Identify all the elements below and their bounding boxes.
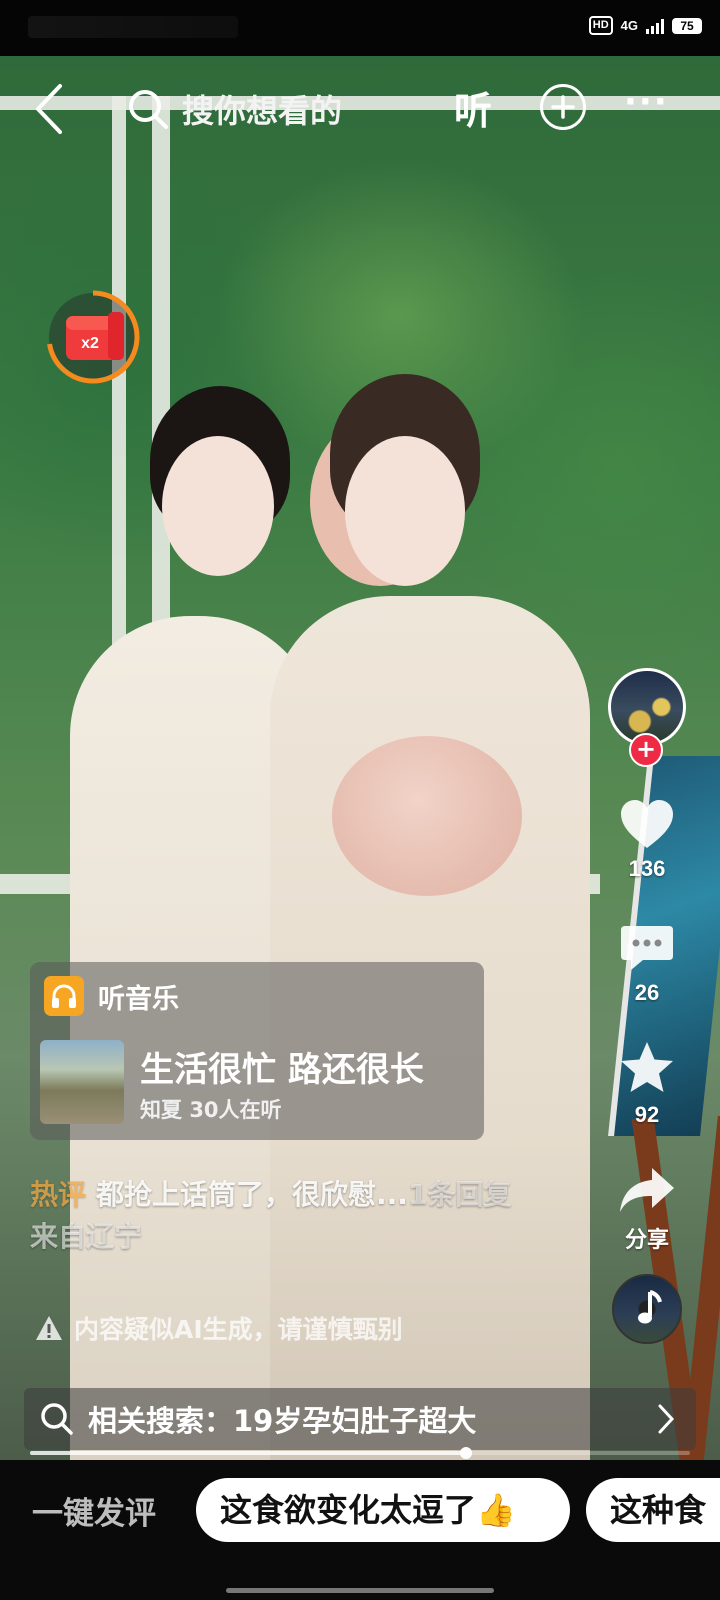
red-packet-widget[interactable]: x2 bbox=[44, 288, 142, 386]
song-subtitle: 知夏 30人在听 bbox=[140, 1094, 282, 1124]
favorite-count: 92 bbox=[634, 1102, 660, 1127]
back-button[interactable] bbox=[30, 82, 70, 136]
music-note-icon bbox=[638, 1290, 662, 1324]
video-screen: HD 4G 75 搜你想看的 听 ··· x2 + 136 26 92 分享 听… bbox=[0, 0, 720, 1600]
hot-tag: 热评 bbox=[30, 1178, 87, 1211]
video-progress-bar[interactable] bbox=[30, 1447, 690, 1459]
network-type: 4G bbox=[620, 18, 638, 33]
like-action[interactable]: 136 bbox=[600, 798, 694, 882]
create-button[interactable] bbox=[540, 84, 586, 130]
woman-right-face bbox=[345, 436, 465, 586]
star-icon bbox=[621, 1042, 673, 1092]
signal-icon bbox=[646, 18, 664, 34]
music-label-row: 听音乐 bbox=[44, 976, 179, 1016]
share-arrow-icon bbox=[620, 1168, 674, 1212]
quick-comment-chip[interactable]: 这种食 bbox=[586, 1478, 720, 1542]
video-background[interactable] bbox=[0, 56, 720, 1486]
plus-icon bbox=[551, 95, 575, 119]
chevron-right-icon bbox=[658, 1404, 675, 1434]
status-icons: HD 4G 75 bbox=[588, 16, 702, 35]
listen-button[interactable]: 听 bbox=[454, 80, 492, 135]
song-title: 生活很忙 路还很长 bbox=[140, 1050, 424, 1090]
music-label: 听音乐 bbox=[98, 983, 179, 1015]
heart-icon bbox=[621, 800, 673, 848]
quick-comment-label[interactable]: 一键发评 bbox=[32, 1488, 156, 1533]
hd-badge: HD bbox=[588, 16, 613, 35]
quick-comment-chip[interactable]: 这食欲变化太逗了👍 bbox=[196, 1478, 570, 1542]
comment-icon bbox=[621, 926, 673, 970]
more-dots-icon: ··· bbox=[624, 82, 669, 122]
reply-count: 1条回复 bbox=[407, 1178, 512, 1211]
related-search-text: 相关搜索：19岁孕妇肚子超大 bbox=[88, 1404, 477, 1438]
hot-comment[interactable]: 热评 都抢上话筒了，很欣慰...1条回复 来自辽宁 bbox=[30, 1174, 530, 1258]
red-packet-icon: x2 bbox=[46, 290, 140, 384]
related-search-bar[interactable]: 相关搜索：19岁孕妇肚子超大 bbox=[24, 1388, 696, 1450]
warning-icon bbox=[36, 1316, 62, 1340]
top-nav: 搜你想看的 听 ··· bbox=[0, 64, 720, 154]
share-action[interactable]: 分享 bbox=[600, 1164, 694, 1254]
comment-text: 都抢上话筒了，很欣慰... bbox=[96, 1178, 408, 1211]
woman-left-face bbox=[162, 436, 274, 576]
comment-location: 来自辽宁 bbox=[30, 1220, 143, 1253]
song-artist: 知夏 bbox=[140, 1098, 182, 1122]
battery-icon: 75 bbox=[672, 17, 702, 34]
status-left-blurred bbox=[28, 16, 238, 38]
ai-warning-text: 内容疑似AI生成，请谨慎甄别 bbox=[74, 1315, 403, 1344]
ai-warning: 内容疑似AI生成，请谨慎甄别 bbox=[34, 1310, 403, 1346]
search-icon bbox=[129, 90, 168, 129]
window-frame-left2 bbox=[152, 96, 170, 656]
follow-button[interactable]: + bbox=[629, 733, 663, 767]
song-listeners: 30人在听 bbox=[189, 1098, 282, 1122]
status-bar: HD 4G 75 bbox=[0, 0, 720, 56]
search-placeholder: 搜你想看的 bbox=[182, 92, 343, 130]
comment-action[interactable]: 26 bbox=[600, 922, 694, 1006]
progress-fill bbox=[30, 1451, 466, 1455]
like-count: 136 bbox=[628, 856, 666, 881]
quick-comment-bar: 一键发评 这食欲变化太逗了👍 这种食 bbox=[0, 1460, 720, 1600]
music-disc[interactable] bbox=[612, 1274, 682, 1344]
pregnant-belly bbox=[332, 736, 522, 896]
more-button[interactable]: ··· bbox=[624, 85, 669, 119]
related-search-icon bbox=[41, 1403, 73, 1435]
search-box[interactable]: 搜你想看的 bbox=[118, 74, 426, 144]
album-cover bbox=[40, 1040, 124, 1124]
music-card[interactable]: 听音乐 生活很忙 路还很长 知夏 30人在听 bbox=[30, 962, 484, 1140]
back-arrow-icon bbox=[36, 84, 62, 134]
progress-thumb[interactable] bbox=[459, 1447, 472, 1459]
favorite-action[interactable]: 92 bbox=[600, 1040, 694, 1128]
headphone-icon bbox=[44, 976, 84, 1016]
redpack-multiplier: x2 bbox=[81, 335, 99, 352]
share-label: 分享 bbox=[624, 1227, 669, 1252]
comment-count: 26 bbox=[634, 980, 660, 1005]
home-indicator[interactable] bbox=[226, 1588, 494, 1593]
